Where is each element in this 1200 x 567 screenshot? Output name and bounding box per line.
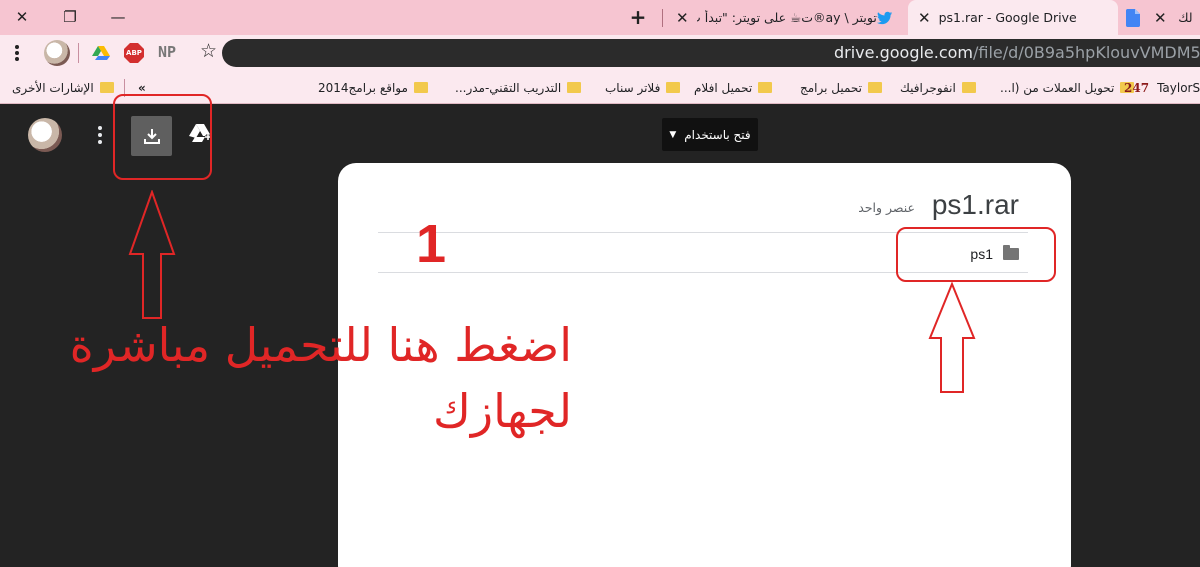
restore-window-button[interactable]: ❐ bbox=[50, 4, 90, 30]
url-path: /file/d/0B9a5hpKlouvVMDM5RnBNaWJu bbox=[973, 43, 1200, 62]
tab-title: لك bbox=[1178, 10, 1193, 25]
minimize-icon: — bbox=[110, 8, 126, 26]
tab-twitter[interactable]: تويتر \ ay®ت☕ على تويتر: "تبدأ ب ✕ bbox=[668, 0, 904, 35]
adblock-icon[interactable]: ABP bbox=[124, 43, 144, 63]
url-text: drive.google.com/file/d/0B9a5hpKlouvVMDM… bbox=[834, 39, 1200, 67]
bookmark-star-icon[interactable]: ☆ bbox=[200, 40, 217, 62]
browser-window: ✕ ❐ — + تويتر \ ay®ت☕ على تويتر: "تبدأ ب… bbox=[0, 0, 1200, 567]
annotation-step-number: 1 bbox=[416, 214, 447, 274]
bookmark-other[interactable]: الإشارات الأخرى bbox=[12, 71, 114, 104]
folder-icon bbox=[413, 82, 428, 93]
annotation-line-1: اضغط هنا للتحميل مباشرة bbox=[69, 318, 572, 372]
folder-icon bbox=[868, 82, 883, 93]
twitter-icon bbox=[876, 11, 892, 24]
bookmark-item[interactable]: فلاتر سناب bbox=[605, 71, 681, 104]
tab-title: تويتر \ ay®ت☕ على تويتر: "تبدأ ب bbox=[696, 10, 877, 25]
file-title: ps1.rar bbox=[931, 189, 1019, 220]
restore-icon: ❐ bbox=[63, 8, 77, 26]
site-247-icon: 247 bbox=[1124, 80, 1150, 95]
close-window-button[interactable]: ✕ bbox=[2, 4, 42, 30]
bookmark-item[interactable]: تحميل افلام bbox=[694, 71, 773, 104]
file-item-count: عنصر واحد bbox=[858, 200, 915, 215]
tab-separator bbox=[662, 9, 663, 27]
annotation-line-2: لجهازك bbox=[432, 384, 572, 438]
browser-toolbar: ABP NP ☆ drive.google.com/file/d/0B9a5hp… bbox=[0, 35, 1200, 71]
annotation-box-download bbox=[113, 94, 212, 180]
tab-partial[interactable]: ✕ لك bbox=[1120, 0, 1200, 35]
profile-avatar[interactable] bbox=[44, 40, 70, 66]
bookmark-item[interactable]: 247TaylorSa bbox=[1124, 71, 1200, 104]
open-with-label: فتح باستخدام bbox=[684, 127, 751, 142]
bookmark-item[interactable]: التدريب التقني-مدر... bbox=[455, 71, 582, 104]
up-arrow-annotation-right bbox=[928, 282, 976, 393]
address-bar[interactable]: drive.google.com/file/d/0B9a5hpKlouvVMDM… bbox=[222, 39, 1200, 67]
more-options-icon[interactable] bbox=[96, 124, 104, 146]
up-arrow-annotation-left bbox=[128, 190, 176, 319]
dropdown-arrow-icon: ▼ bbox=[669, 129, 677, 140]
plus-icon: + bbox=[629, 5, 647, 29]
folder-icon bbox=[567, 82, 582, 93]
annotation-instruction: اضغط هنا للتحميل مباشرة لجهازك bbox=[70, 312, 572, 444]
folder-icon bbox=[961, 82, 976, 93]
tab-close-icon[interactable]: ✕ bbox=[918, 9, 931, 27]
drive-extension-icon[interactable] bbox=[92, 46, 110, 60]
tab-strip: ✕ ❐ — + تويتر \ ay®ت☕ على تويتر: "تبدأ ب… bbox=[0, 0, 1200, 35]
np-extension-icon[interactable]: NP bbox=[158, 43, 176, 61]
toolbar-separator bbox=[78, 43, 79, 63]
folder-icon bbox=[758, 82, 773, 93]
folder-icon bbox=[99, 82, 114, 93]
folder-icon bbox=[666, 82, 681, 93]
bookmark-item[interactable]: تحميل برامج bbox=[800, 71, 883, 104]
tab-google-drive[interactable]: ✕ ps1.rar - Google Drive bbox=[908, 0, 1118, 35]
tab-title: ps1.rar - Google Drive bbox=[938, 10, 1077, 25]
minimize-window-button[interactable]: — bbox=[98, 4, 138, 30]
account-avatar[interactable] bbox=[28, 118, 62, 152]
tab-close-icon[interactable]: ✕ bbox=[676, 9, 689, 27]
open-with-button[interactable]: ▼ فتح باستخدام bbox=[662, 118, 758, 151]
bookmark-item[interactable]: مواقع برامج2014 bbox=[318, 71, 428, 104]
browser-menu-icon[interactable] bbox=[14, 44, 20, 62]
tab-close-icon[interactable]: ✕ bbox=[1154, 9, 1167, 27]
bookmark-item[interactable]: تحويل العملات من (ا... bbox=[1000, 71, 1135, 104]
annotation-box-folder bbox=[896, 227, 1056, 282]
bookmark-item[interactable]: انفوجرافيك bbox=[900, 71, 976, 104]
url-host: drive.google.com bbox=[834, 43, 974, 62]
new-tab-button[interactable]: + bbox=[618, 4, 658, 30]
google-docs-icon bbox=[1126, 8, 1140, 27]
close-icon: ✕ bbox=[15, 8, 29, 26]
